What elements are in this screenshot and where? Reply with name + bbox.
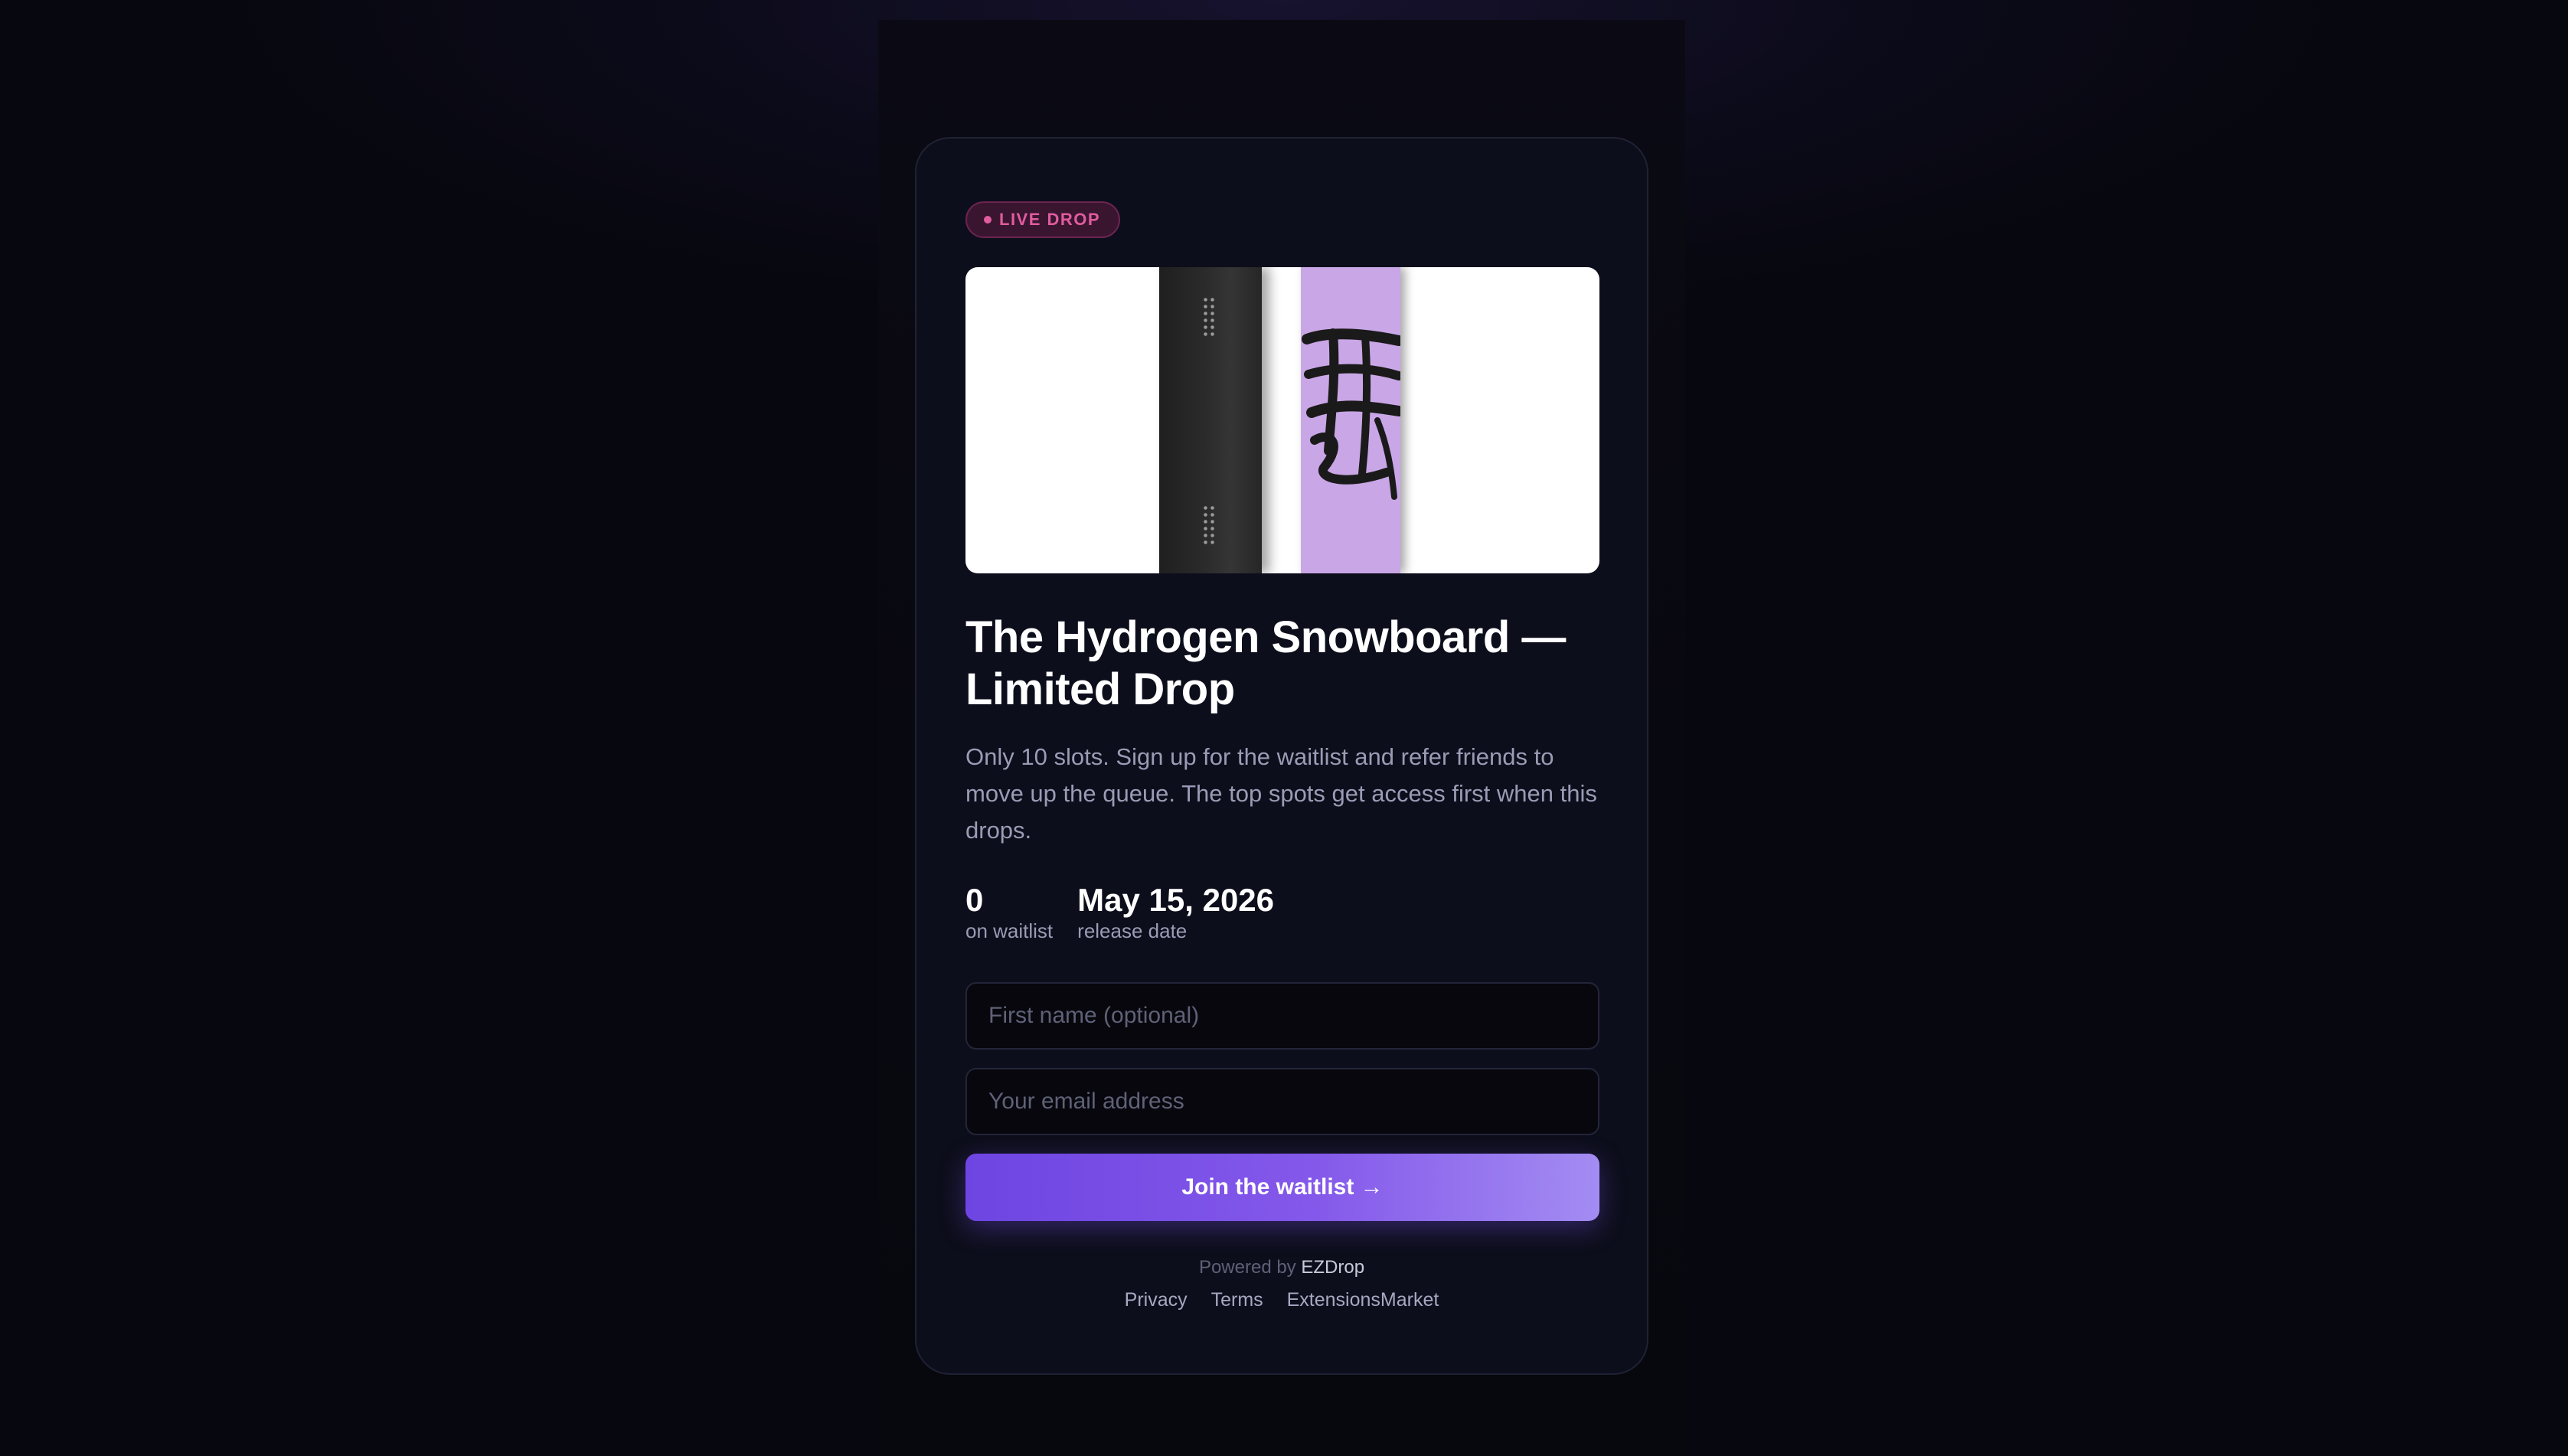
join-waitlist-button[interactable]: Join the waitlist →	[965, 1154, 1599, 1221]
terms-link[interactable]: Terms	[1211, 1289, 1263, 1311]
brush-stroke-graphic	[1302, 328, 1400, 500]
extensionsmarket-link[interactable]: ExtensionsMarket	[1287, 1289, 1439, 1311]
snowboard-base-graphic	[1159, 267, 1262, 573]
waitlist-count: 0	[965, 882, 984, 918]
product-description: Only 10 slots. Sign up for the waitlist …	[965, 743, 1597, 844]
powered-by: Powered by EZDrop	[965, 1255, 1598, 1281]
privacy-link[interactable]: Privacy	[1125, 1289, 1188, 1311]
waitlist-label: on waitlist	[965, 919, 1054, 942]
footer-links: Privacy Terms ExtensionsMarket	[965, 1287, 1598, 1313]
first-name-input[interactable]	[965, 982, 1599, 1050]
binding-inserts-bottom	[1202, 504, 1216, 546]
badge-label: LIVE DROP	[999, 210, 1101, 229]
live-dot-icon	[984, 216, 992, 224]
waitlist-stat: 0 on waitlist	[965, 883, 1053, 944]
release-date: May 15, 2026	[1077, 882, 1275, 918]
release-label: release date	[1077, 919, 1188, 942]
binding-inserts-top	[1202, 296, 1216, 338]
product-image	[965, 267, 1599, 573]
powered-prefix: Powered by	[1198, 1257, 1296, 1278]
powered-brand: EZDrop	[1301, 1257, 1365, 1278]
stats-row: 0 on waitlist May 15, 2026 release date	[965, 883, 1598, 944]
product-title: The Hydrogen Snowboard — Limited Drop	[965, 612, 1566, 714]
release-stat: May 15, 2026 release date	[1077, 883, 1274, 944]
email-input[interactable]	[965, 1068, 1599, 1135]
snowboard-top-graphic	[1301, 267, 1400, 573]
live-drop-badge: LIVE DROP	[965, 201, 1121, 238]
drop-card: LIVE DROP The Hydrogen Snowboard — Limit…	[915, 137, 1648, 1375]
